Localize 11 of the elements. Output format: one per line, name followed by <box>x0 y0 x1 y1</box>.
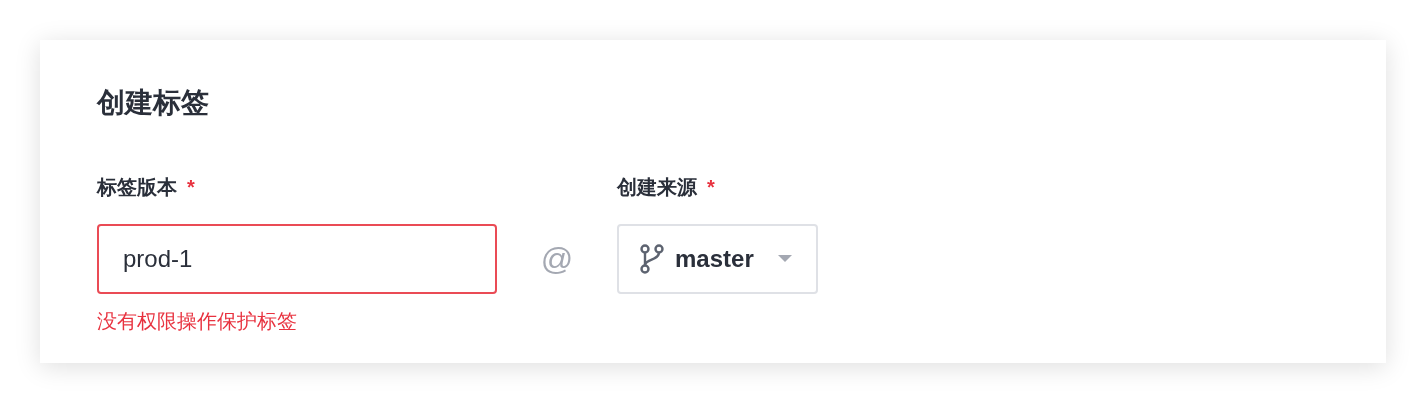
branch-icon <box>639 244 665 274</box>
field-label: 创建来源 <box>617 175 697 200</box>
field-label: 标签版本 <box>97 175 177 200</box>
error-message: 没有权限操作保护标签 <box>97 309 298 334</box>
form-title: 创建标签 <box>97 86 210 120</box>
branch-dropdown[interactable]: master <box>617 224 818 294</box>
required-mark: * <box>707 175 715 200</box>
at-sign: @ <box>539 240 575 279</box>
caret-icon <box>777 255 792 263</box>
input-field[interactable]: prod-1 <box>97 224 497 294</box>
required-mark: * <box>187 175 195 200</box>
